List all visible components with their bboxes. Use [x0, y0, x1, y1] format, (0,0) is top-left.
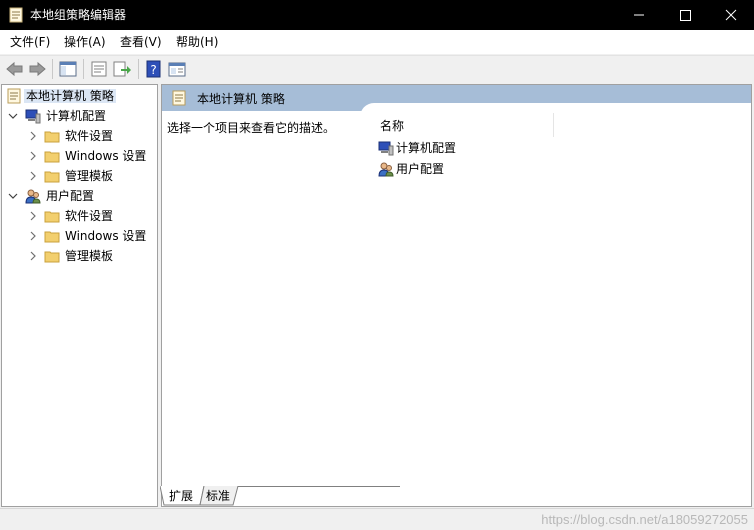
show-hide-tree-icon — [59, 61, 77, 77]
menu-action[interactable]: 操作(A) — [64, 35, 106, 49]
chevron-right-icon[interactable] — [27, 170, 39, 182]
chevron-right-icon[interactable] — [27, 150, 39, 162]
toolbar-separator — [138, 59, 139, 79]
tree-item-computer-windows-settings[interactable]: Windows 设置 — [2, 146, 157, 166]
tree-item-computer-config[interactable]: 计算机配置 — [2, 106, 157, 126]
menu-bar: 文件(F) 操作(A) 查看(V) 帮助(H) — [0, 30, 754, 54]
policy-document-icon — [172, 90, 186, 106]
export-list-button[interactable] — [112, 59, 132, 79]
toolbar: ? — [0, 55, 754, 81]
svg-text:?: ? — [150, 63, 156, 77]
users-icon — [378, 162, 394, 177]
watermark-text: https://blog.csdn.net/a18059272055 — [541, 512, 748, 527]
folder-icon — [44, 131, 60, 143]
close-button[interactable] — [708, 0, 754, 30]
folder-icon — [44, 251, 60, 263]
title-bar: 本地组策略编辑器 — [0, 0, 754, 30]
close-icon — [725, 9, 737, 21]
extended-view-icon — [168, 62, 186, 77]
details-header-title: 本地计算机 策略 — [197, 92, 285, 106]
tree-item-computer-software-settings[interactable]: 软件设置 — [2, 126, 157, 146]
users-icon — [25, 189, 41, 204]
tab-extended[interactable]: 扩展 — [169, 489, 193, 503]
tree-item-label: 本地计算机 策略 — [24, 89, 116, 103]
menu-file[interactable]: 文件(F) — [10, 35, 50, 49]
policy-document-icon — [7, 88, 21, 104]
tree-item-label: 软件设置 — [65, 129, 114, 143]
description-text: 选择一个项目来查看它的描述。 — [167, 121, 336, 135]
computer-icon — [378, 141, 394, 156]
chevron-down-icon[interactable] — [7, 110, 19, 122]
tree-item-user-config[interactable]: 用户配置 — [2, 186, 157, 206]
folder-icon — [44, 231, 60, 243]
tree-pane: 本地计算机 策略 计算机配置 软件设置 Windows 设置 管理模板 用户配置… — [1, 84, 158, 507]
list-item-user-config[interactable]: 用户配置 — [378, 159, 558, 179]
chevron-right-icon[interactable] — [27, 130, 39, 142]
maximize-button[interactable] — [662, 0, 708, 30]
tree-item-label: Windows 设置 — [65, 149, 147, 163]
folder-icon — [44, 171, 60, 183]
tree-item-computer-admin-templates[interactable]: 管理模板 — [2, 166, 157, 186]
maximize-icon — [680, 10, 691, 21]
show-hide-tree-button[interactable] — [58, 59, 78, 79]
column-header-name[interactable]: 名称 — [378, 118, 555, 138]
view-tabs: 扩展 标准 — [160, 486, 400, 506]
list-item-label: 用户配置 — [396, 162, 445, 176]
tree-item-label: 管理模板 — [65, 169, 114, 183]
tree-item-label: 计算机配置 — [46, 109, 107, 123]
tree-item-user-windows-settings[interactable]: Windows 设置 — [2, 226, 157, 246]
menu-help[interactable]: 帮助(H) — [176, 35, 218, 49]
status-bar: https://blog.csdn.net/a18059272055 — [0, 508, 754, 530]
properties-icon — [91, 61, 107, 77]
tab-standard[interactable]: 标准 — [206, 489, 230, 503]
tree-item-label: 软件设置 — [65, 209, 114, 223]
folder-icon — [44, 151, 60, 163]
help-button[interactable]: ? — [144, 59, 164, 79]
folder-icon — [44, 211, 60, 223]
tree-item-label: 用户配置 — [46, 189, 95, 203]
menu-view[interactable]: 查看(V) — [120, 35, 162, 49]
column-header-label: 名称 — [380, 119, 405, 133]
properties-button[interactable] — [89, 59, 109, 79]
extended-view-button[interactable] — [167, 59, 187, 79]
policy-document-icon — [9, 7, 23, 23]
computer-icon — [25, 109, 41, 124]
header-curve — [360, 103, 751, 117]
list-item-label: 计算机配置 — [396, 141, 457, 155]
chevron-right-icon[interactable] — [27, 210, 39, 222]
details-pane: 本地计算机 策略 选择一个项目来查看它的描述。 名称 计算机配置 用户配置 — [161, 84, 752, 507]
export-list-icon — [113, 61, 131, 77]
chevron-right-icon[interactable] — [27, 230, 39, 242]
back-icon — [6, 61, 23, 77]
forward-icon — [29, 61, 46, 77]
window-title: 本地组策略编辑器 — [30, 8, 127, 22]
forward-button[interactable] — [27, 59, 47, 79]
help-icon: ? — [146, 60, 161, 78]
tab-outline — [160, 486, 400, 506]
back-button[interactable] — [5, 59, 25, 79]
tree-item-root[interactable]: 本地计算机 策略 — [2, 86, 157, 106]
minimize-button[interactable] — [616, 0, 662, 30]
toolbar-separator — [52, 59, 53, 79]
tree-item-user-admin-templates[interactable]: 管理模板 — [2, 246, 157, 266]
tree-item-label: Windows 设置 — [65, 229, 147, 243]
chevron-right-icon[interactable] — [27, 250, 39, 262]
tree-item-label: 管理模板 — [65, 249, 114, 263]
tree-item-user-software-settings[interactable]: 软件设置 — [2, 206, 157, 226]
minimize-icon — [634, 14, 644, 16]
column-divider[interactable] — [553, 113, 554, 137]
chevron-down-icon[interactable] — [7, 190, 19, 202]
toolbar-separator — [83, 59, 84, 79]
list-item-computer-config[interactable]: 计算机配置 — [378, 138, 558, 158]
